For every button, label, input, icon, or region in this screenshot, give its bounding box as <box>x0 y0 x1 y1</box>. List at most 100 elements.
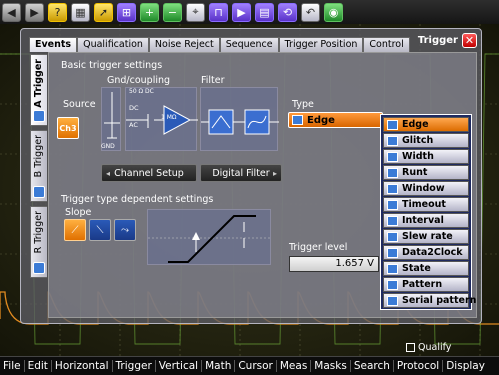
menu-horizontal[interactable]: Horizontal <box>52 360 113 372</box>
tab-noise-reject[interactable]: Noise Reject <box>148 37 220 52</box>
edge-icon <box>387 120 398 130</box>
menu-search[interactable]: Search <box>351 360 394 372</box>
menu-file[interactable]: File <box>0 360 25 372</box>
type-option-label: Edge <box>402 119 429 131</box>
type-option-state[interactable]: State <box>383 260 469 277</box>
menu-cursor[interactable]: Cursor <box>235 360 277 372</box>
side-tab-a-trigger[interactable]: A Trigger <box>30 54 47 126</box>
trigger-level-input[interactable]: 1.657 V <box>289 256 379 272</box>
type-option-serial-pattern[interactable]: Serial pattern <box>383 292 476 309</box>
type-label: Type <box>292 99 314 110</box>
filter-diagram[interactable] <box>200 87 279 151</box>
type-option-label: Interval <box>402 215 444 227</box>
help-icon[interactable]: ? <box>48 2 67 22</box>
window-icon <box>387 183 398 194</box>
pattern-icon <box>387 279 398 290</box>
type-option-label: Window <box>402 183 445 195</box>
tab-events[interactable]: Events <box>29 37 78 52</box>
type-select[interactable]: Edge <box>288 112 383 128</box>
close-icon[interactable]: ✕ <box>462 33 477 48</box>
tab-qualification[interactable]: Qualification <box>77 37 149 52</box>
serial-pattern-icon <box>387 295 398 306</box>
zoom-icon[interactable]: ⊞ <box>117 2 136 22</box>
forward-icon[interactable]: ▶ <box>25 2 44 22</box>
menu-display[interactable]: Display <box>443 360 488 372</box>
type-option-timeout[interactable]: Timeout <box>383 196 469 213</box>
gnd-text: GND <box>101 143 115 150</box>
side-tab-b-trigger[interactable]: B Trigger <box>30 130 47 202</box>
side-tab-a-label: A Trigger <box>33 59 44 108</box>
slope-rising-button[interactable]: ⟋ <box>64 219 86 241</box>
type-value: Edge <box>307 114 335 126</box>
qualify-checkbox[interactable]: Qualify <box>406 342 451 353</box>
type-option-data2clock[interactable]: Data2Clock <box>383 244 469 261</box>
dialog-title: Trigger <box>417 35 458 46</box>
edge-icon <box>292 115 303 125</box>
channel-setup-button[interactable]: ◂ Channel Setup <box>101 164 197 182</box>
rising-edge-icon: ⟋ <box>71 224 79 236</box>
type-option-width[interactable]: Width <box>383 148 469 165</box>
slope-label: Slope <box>65 207 92 218</box>
edge-icon <box>33 262 45 274</box>
digital-filter-button[interactable]: Digital Filter ▸ <box>200 164 282 182</box>
type-option-interval[interactable]: Interval <box>383 212 469 229</box>
save-icon[interactable]: ▤ <box>255 2 274 22</box>
type-option-runt[interactable]: Runt <box>383 164 469 181</box>
filter-label: Filter <box>201 75 225 86</box>
tab-trigger-position[interactable]: Trigger Position <box>278 37 364 52</box>
gnd-diagram <box>101 87 121 151</box>
source-button[interactable]: Ch3 <box>57 117 79 139</box>
menu-edit[interactable]: Edit <box>25 360 52 372</box>
run-icon[interactable]: ▶ <box>232 2 251 22</box>
type-option-glitch[interactable]: Glitch <box>383 132 469 149</box>
tab-sequence[interactable]: Sequence <box>219 37 279 52</box>
menu-bar: File Edit Horizontal Trigger Vertical Ma… <box>0 356 499 375</box>
type-option-pattern[interactable]: Pattern <box>383 276 469 293</box>
zoom-in-icon[interactable]: + <box>140 2 159 22</box>
qualify-label: Qualify <box>418 342 452 353</box>
menu-protocol[interactable]: Protocol <box>394 360 444 372</box>
type-option-edge[interactable]: Edge <box>383 117 469 133</box>
ac-text: AC <box>129 121 138 129</box>
digital-filter-label: Digital Filter <box>212 167 270 179</box>
dependent-settings-heading: Trigger type dependent settings <box>61 194 214 205</box>
measure-icon[interactable]: ⌖ <box>186 2 205 22</box>
type-option-label: Width <box>402 151 434 163</box>
menu-masks[interactable]: Masks <box>311 360 351 372</box>
undo-icon[interactable]: ↶ <box>301 2 320 22</box>
trigger-icon[interactable]: ⊓ <box>209 2 228 22</box>
glitch-icon <box>387 135 398 146</box>
slope-falling-button[interactable]: ⟍ <box>89 219 111 241</box>
type-option-window[interactable]: Window <box>383 180 469 197</box>
timeout-icon <box>387 199 398 210</box>
grid-icon[interactable]: ▦ <box>71 2 90 22</box>
menu-vertical[interactable]: Vertical <box>156 360 203 372</box>
mohm-text: 1 MΩ <box>161 114 177 121</box>
chevron-left-icon: ◂ <box>106 168 111 178</box>
checkbox-icon <box>406 343 415 352</box>
menu-math[interactable]: Math <box>202 360 236 372</box>
type-option-label: Serial pattern <box>402 295 477 307</box>
side-tab-b-label: B Trigger <box>33 135 44 178</box>
menu-meas[interactable]: Meas <box>277 360 312 372</box>
slope-either-button[interactable]: ⤳ <box>114 219 136 241</box>
trigger-level-label: Trigger level <box>289 242 348 253</box>
chevron-right-icon: ▸ <box>272 168 277 178</box>
width-icon <box>387 151 398 162</box>
type-option-slew-rate[interactable]: Slew rate <box>383 228 469 245</box>
side-tab-r-trigger[interactable]: R Trigger <box>30 206 47 278</box>
type-option-label: Slew rate <box>402 231 453 243</box>
menu-trigger[interactable]: Trigger <box>113 360 156 372</box>
runt-icon <box>387 167 398 178</box>
type-dropdown: Edge Glitch Width Runt Window Timeout In… <box>380 114 476 310</box>
edge-icon <box>33 110 45 122</box>
pointer-icon[interactable]: ➚ <box>94 2 113 22</box>
slew-rate-icon <box>387 231 398 242</box>
edge-icon <box>33 186 45 198</box>
history-icon[interactable]: ⟲ <box>278 2 297 22</box>
zoom-out-icon[interactable]: − <box>163 2 182 22</box>
spectrum-icon[interactable]: ◉ <box>324 2 343 22</box>
back-icon[interactable]: ◀ <box>2 2 21 22</box>
source-label: Source <box>63 99 96 110</box>
tab-control[interactable]: Control <box>363 37 410 52</box>
